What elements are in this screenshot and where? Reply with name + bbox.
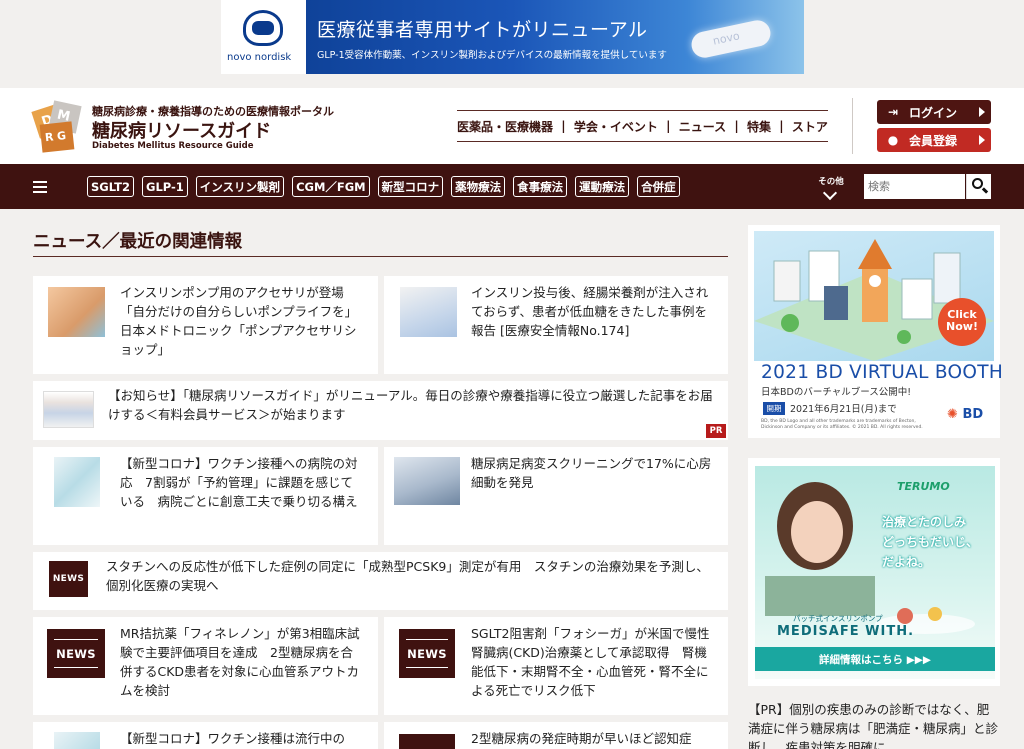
- terumo-ad-copy: 治療とたのしみ どっちもだいじ、 だよね。: [882, 515, 979, 569]
- tag-diet-therapy[interactable]: 食事療法: [513, 176, 568, 197]
- news-card[interactable]: NEWS スタチンへの反応性が低下した症例の同定に「成熟型PCSK9」測定が有用…: [33, 552, 728, 610]
- apis-bull-icon: [243, 10, 283, 46]
- search-button[interactable]: [966, 174, 991, 199]
- header-divider: [852, 98, 853, 154]
- news-thumbnail-label: NEWS: [56, 646, 96, 661]
- news-thumbnail: NEWS: [399, 629, 455, 678]
- news-thumbnail-label: NEWS: [52, 574, 85, 584]
- nav-link-drugs-devices[interactable]: 医薬品・医療機器: [457, 118, 553, 135]
- news-card-title: 2型糖尿病の発症時期が早いほど認知症: [471, 731, 692, 746]
- tag-glp1[interactable]: GLP-1: [142, 176, 188, 197]
- nav-link-store[interactable]: ストア: [792, 118, 828, 135]
- news-thumbnail: [400, 287, 457, 337]
- news-thumbnail: [54, 732, 100, 749]
- tag-cgm-fgm[interactable]: CGM／FGM: [292, 176, 370, 197]
- login-button[interactable]: ⇥ ログイン: [877, 100, 991, 124]
- category-tags: SGLT2 GLP-1 インスリン製剤 CGM／FGM 新型コロナ 薬物療法 食…: [87, 176, 680, 198]
- tag-covid[interactable]: 新型コロナ: [377, 176, 444, 197]
- tag-insulin[interactable]: インスリン製剤: [195, 176, 285, 197]
- news-thumbnail-label: NEWS: [407, 646, 447, 661]
- news-card-title: MR拮抗薬「フィネレノン」が第3相臨床試験で主要評価項目を達成 2型糖尿病を合併…: [120, 626, 360, 698]
- nav-separator: |: [734, 119, 739, 133]
- news-card[interactable]: 【新型コロナ】ワクチン接種への病院の対応 7割弱が「予約管理」に課題を感じている…: [33, 447, 378, 545]
- pr-badge: PR: [706, 424, 726, 438]
- sidebar-pr-text[interactable]: 【PR】個別の疾患のみの診断ではなく、肥満症に伴う糖尿病は「肥満症・糖尿病」と診…: [748, 700, 1000, 749]
- more-categories-label[interactable]: その他: [816, 175, 846, 187]
- register-label: 会員登録: [909, 133, 958, 148]
- banner-subtitle: GLP-1受容体作動薬、インスリン製剤およびデバイスの最新情報を提供しています: [317, 50, 667, 61]
- bd-ad-subtitle: 日本BDのバーチャルブース公開中!: [761, 387, 912, 398]
- site-title-en: Diabetes Mellitus Resource Guide: [92, 141, 254, 151]
- medisafe-subtitle: パッチ式インスリンポンプ: [793, 614, 883, 623]
- nav-link-news[interactable]: ニュース: [679, 118, 726, 135]
- dmrg-logo-icon[interactable]: D M RG: [31, 100, 83, 153]
- news-section-title: ニュース／最近の関連情報: [33, 232, 243, 252]
- news-thumbnail: [43, 391, 94, 428]
- arrow-right-icon: [979, 135, 985, 145]
- news-title-underline: [33, 256, 728, 257]
- news-card-title: 糖尿病足病変スクリーニングで17%に心房細動を発見: [471, 456, 712, 490]
- news-card[interactable]: 2型糖尿病の発症時期が早いほど認知症: [384, 722, 728, 749]
- terumo-logo: TERUMO: [897, 480, 950, 493]
- news-card-title: インスリンポンプ用のアクセサリが登場 「自分だけの自分らしいポンプライフを」 日…: [120, 285, 364, 357]
- click-now-badge[interactable]: Click Now!: [938, 298, 986, 346]
- news-card[interactable]: 【お知らせ】「糖尿病リソースガイド」がリニューアル。毎日の診療や療養指導に役立つ…: [33, 381, 728, 440]
- banner-title: 医療従事者専用サイトがリニューアル: [317, 19, 648, 41]
- news-card-title: 【新型コロナ】ワクチン接種は流行中の: [120, 731, 346, 746]
- bd-ad-title: 2021 BD VIRTUAL BOOTH: [761, 362, 1004, 383]
- news-card[interactable]: 糖尿病足病変スクリーニングで17%に心房細動を発見: [384, 447, 728, 545]
- news-card-title: インスリン投与後、経腸栄養剤が注入されておらず、患者が低血糖をきたした事例を報告…: [471, 285, 709, 338]
- filter-icon[interactable]: [33, 179, 47, 193]
- top-navigation: 医薬品・医療機器 | 学会・イベント | ニュース | 特集 | ストア: [457, 110, 828, 142]
- tag-complications[interactable]: 合併症: [637, 176, 680, 197]
- pill-image-text: novo: [711, 29, 741, 48]
- tag-exercise-therapy[interactable]: 運動療法: [575, 176, 630, 197]
- nav-separator: |: [666, 119, 671, 133]
- news-thumbnail: NEWS: [49, 561, 88, 597]
- login-icon: ⇥: [887, 105, 899, 119]
- news-thumbnail: [399, 734, 455, 749]
- news-thumbnail: [54, 457, 100, 507]
- news-card-title: スタチンへの反応性が低下した症例の同定に「成熟型PCSK9」測定が有用 スタチン…: [106, 559, 709, 593]
- news-thumbnail: NEWS: [47, 629, 105, 678]
- terumo-details-button[interactable]: 詳細情報はこちら ▶▶▶: [755, 647, 995, 671]
- news-card-title: 【新型コロナ】ワクチン接種への病院の対応 7割弱が「予約管理」に課題を感じている…: [120, 456, 358, 509]
- news-card[interactable]: NEWS MR拮抗薬「フィネレノン」が第3相臨床試験で主要評価項目を達成 2型糖…: [33, 617, 378, 715]
- news-card[interactable]: NEWS SGLT2阻害剤「フォシーガ」が米国で慢性腎臓病(CKD)治療薬として…: [384, 617, 728, 715]
- medisafe-product-name: MEDISAFE WITH.: [777, 624, 915, 639]
- news-card[interactable]: インスリン投与後、経腸栄養剤が注入されておらず、患者が低血糖をきたした事例を報告…: [384, 276, 728, 374]
- news-card-title: SGLT2阻害剤「フォシーガ」が米国で慢性腎臓病(CKD)治療薬として承認取得 …: [471, 626, 710, 698]
- tag-sglt2[interactable]: SGLT2: [87, 176, 134, 197]
- news-thumbnail: [48, 287, 105, 337]
- nav-separator: |: [561, 119, 566, 133]
- news-card-title: 【お知らせ】「糖尿病リソースガイド」がリニューアル。毎日の診療や療養指導に役立つ…: [108, 388, 713, 422]
- novo-nordisk-logo: novo nordisk: [221, 0, 306, 74]
- nav-link-events[interactable]: 学会・イベント: [574, 118, 658, 135]
- news-thumbnail: [394, 457, 460, 505]
- bd-ad-fine-print: BD, the BD Logo and all other trademarks…: [761, 419, 923, 430]
- bd-ad-date-label: 開期: [763, 402, 785, 415]
- novo-nordisk-banner[interactable]: novo nordisk 医療従事者専用サイトがリニューアル GLP-1受容体作…: [221, 0, 804, 74]
- search-input[interactable]: [864, 174, 965, 199]
- arrow-right-icon: [979, 107, 985, 117]
- nav-link-features[interactable]: 特集: [747, 118, 771, 135]
- search-icon: [972, 178, 983, 189]
- login-label: ログイン: [909, 105, 958, 120]
- news-card[interactable]: インスリンポンプ用のアクセサリが登場 「自分だけの自分らしいポンプライフを」 日…: [33, 276, 378, 374]
- bd-logo: ✺ BD: [947, 407, 984, 422]
- logo-cube-rg: RG: [39, 121, 75, 153]
- pill-image: novo: [689, 17, 773, 61]
- bd-ad-date: 2021年6月21日(月)まで: [790, 404, 897, 415]
- novo-nordisk-logo-text: novo nordisk: [227, 52, 292, 63]
- nav-separator: |: [779, 119, 784, 133]
- site-title[interactable]: 糖尿病リソースガイド: [92, 117, 271, 143]
- tag-drug-therapy[interactable]: 薬物療法: [451, 176, 506, 197]
- register-button[interactable]: ● 会員登録: [877, 128, 991, 152]
- news-card[interactable]: 【新型コロナ】ワクチン接種は流行中の: [33, 722, 378, 749]
- user-icon: ●: [887, 133, 899, 147]
